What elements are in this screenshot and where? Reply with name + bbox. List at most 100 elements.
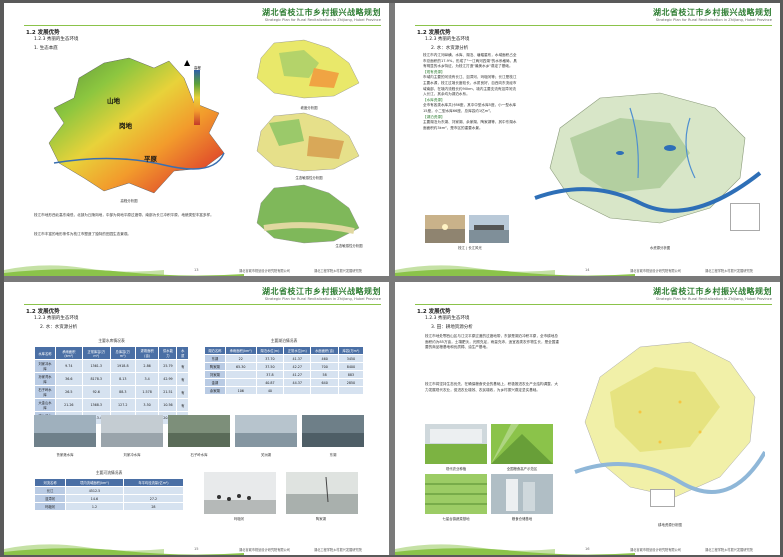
table-row: 东湖 22 37.70 41.37 460 3450 bbox=[204, 354, 365, 363]
paragraph-2: 枝江市丰富的地形条件为枝江市塑造了独特的田园生态景观。 bbox=[34, 232, 132, 236]
photo-modern-agriculture bbox=[425, 424, 487, 464]
caption-manao: 玛瑙河 bbox=[233, 517, 245, 521]
table-cell: 460 bbox=[310, 354, 339, 363]
table-cell: 44.37 bbox=[283, 378, 312, 387]
section-heading: 1.2 发展优势 bbox=[417, 30, 451, 36]
page-number: 13 bbox=[194, 268, 199, 272]
page-15: 湖北省枝江市乡村振兴战略规划 Strategic Plan for Rural … bbox=[4, 282, 389, 555]
footer-left: 湖北省城市规划设计研究院有限公司 bbox=[630, 548, 681, 552]
page-header: 湖北省枝江市乡村振兴战略规划 Strategic Plan for Rural … bbox=[653, 7, 772, 22]
table-cell: 41.37 bbox=[283, 354, 312, 363]
table-row: 余家湖 106 40 bbox=[204, 386, 365, 395]
table-cell: 1.2 bbox=[65, 502, 124, 511]
footer-right: 湖北工程学院乡村振兴发展研究院 bbox=[705, 269, 753, 273]
photo-vegetable-base bbox=[425, 474, 487, 514]
page-footer: 14 湖北省城市规划设计研究院有限公司 湖北工程学院乡村振兴发展研究院 bbox=[395, 256, 780, 276]
table-cell: 2850 bbox=[337, 378, 365, 387]
footer-right: 湖北工程学院乡村振兴发展研究院 bbox=[705, 548, 753, 552]
caption-elevation: 高程分析图 bbox=[120, 199, 138, 203]
page-number: 15 bbox=[194, 547, 199, 551]
subsection-heading: 1.2.3 秀丽的生态环境 bbox=[34, 316, 79, 321]
table-header-cell: 正常水位(m) bbox=[283, 346, 312, 355]
table-cell: 40 bbox=[255, 386, 285, 395]
table-header-cell: 承雨面积(km²) bbox=[54, 346, 83, 360]
subsection-heading: 1.2.3 秀丽的生态环境 bbox=[34, 37, 79, 42]
table-cell: 42.27 bbox=[283, 362, 312, 371]
header-subtitle: Strategic Plan for Rural Revitalization … bbox=[264, 297, 381, 301]
table-header-cell: 正常库容(万m³) bbox=[81, 346, 111, 360]
photo-manao-river bbox=[204, 472, 276, 514]
photo-grain-demo bbox=[491, 424, 553, 464]
table-cell: 大金山水库 bbox=[34, 398, 56, 412]
table-header-cell: 水面面积(亩) bbox=[310, 346, 339, 355]
header-title: 湖北省枝江市乡村振兴战略规划 bbox=[653, 287, 772, 296]
footer-decoration bbox=[4, 265, 244, 276]
table-cell: 14.6 bbox=[65, 494, 124, 503]
table-header-row: 水库名称 承雨面积(km²) 正常库容(万m³) 总库容(万m³) 灌溉面积(亩) 供水能… bbox=[34, 346, 189, 360]
table-cell: 883 bbox=[337, 370, 365, 379]
table-cell: 石子岭水库 bbox=[34, 385, 56, 399]
table-row: 长江 4512.5 bbox=[33, 486, 185, 495]
caption-water-map: 水资源分析图 bbox=[649, 246, 671, 250]
footer-left: 湖北省城市规划设计研究院有限公司 bbox=[239, 269, 290, 273]
table-cell: 28 bbox=[122, 502, 185, 511]
caption-slope: 坡度分析图 bbox=[300, 106, 318, 110]
photo-image bbox=[302, 415, 364, 447]
table-cell bbox=[310, 386, 339, 395]
page-header: 湖北省枝江市乡村振兴战略规划 Strategic Plan for Rural … bbox=[262, 286, 381, 301]
table-cell: 刘家湖 bbox=[204, 370, 226, 379]
caption-photo-1: 现代农业种植 bbox=[445, 467, 467, 471]
water-photo: 石子岭水库 bbox=[168, 415, 230, 457]
slope-map bbox=[256, 39, 360, 99]
topic-heading: 2. 水：水资源分析 bbox=[40, 325, 78, 330]
document-spread: 湖北省枝江市乡村振兴战略规划 Strategic Plan for Rural … bbox=[4, 3, 780, 555]
table-cell: 3.4 bbox=[134, 372, 160, 386]
label-plain: 平原 bbox=[144, 155, 157, 163]
table-header-row: 河流名称 境内流域面积(km²) 年平均径流量(亿m³) bbox=[33, 478, 185, 487]
table3-title: 主要河流情况表 bbox=[95, 470, 123, 475]
section-heading: 1.2 发展优势 bbox=[417, 309, 451, 315]
footer-right: 湖北工程学院乡村振兴发展研究院 bbox=[314, 548, 362, 552]
table-cell: 25.79 bbox=[158, 359, 178, 373]
elevation-legend: 高程 bbox=[194, 65, 216, 125]
table-cell: 92.6 bbox=[81, 385, 111, 399]
table-header-cell: 水库名称 bbox=[34, 346, 56, 360]
table-row: 刘家湖 37.8 41.27 58 883 bbox=[204, 370, 365, 379]
caption-photo: 枝江 | 长江风光 bbox=[458, 246, 482, 250]
page-footer: 13 湖北省城市规划设计研究院有限公司 湖北工程学院乡村振兴发展研究院 bbox=[4, 256, 389, 276]
table-cell: 陶家湖 bbox=[204, 362, 226, 371]
table-cell: 127.2 bbox=[109, 398, 136, 412]
photo-image bbox=[168, 415, 230, 447]
table-cell: 37.8 bbox=[255, 370, 285, 379]
caption-land: 生态敏感性分析图 bbox=[335, 244, 363, 248]
table-cell: 长江 bbox=[33, 486, 67, 495]
table-cell: 沮漳河 bbox=[33, 494, 67, 503]
eco-sensitivity-map bbox=[256, 112, 360, 172]
table-header-row: 湖泊名称 承雨面积(km²) 湖泊水位(m) 正常水位(m) 水面面积(亩) 库容(万m³… bbox=[204, 346, 365, 355]
paragraph-1: 枝江市地处鄂西山区与江汉平原过渡的过渡地带，东部是湖泊冲积平原，全市耕地总面积约… bbox=[425, 334, 559, 350]
header-title: 湖北省枝江市乡村振兴战略规划 bbox=[653, 8, 772, 17]
table-cell: 21.26 bbox=[54, 398, 83, 412]
page-14: 湖北省枝江市乡村振兴战略规划 Strategic Plan for Rural … bbox=[395, 3, 780, 276]
table-cell: 有 bbox=[176, 385, 189, 399]
photo-taojia-lake bbox=[286, 472, 358, 514]
caption-farmland-map: 耕地资源分析图 bbox=[658, 523, 682, 527]
photo-caption: 刘家冲水库 bbox=[123, 453, 141, 457]
table-row: 刘家冲水库 9.74 1361.3 1918.8 2.86 25.79 有 bbox=[34, 359, 189, 373]
header-divider bbox=[24, 25, 381, 26]
table-cell: 余家湖 bbox=[204, 386, 226, 395]
table-cell: 有 bbox=[176, 359, 189, 373]
caption-taojia: 陶家湖 bbox=[315, 517, 327, 521]
reservoir-table: 水库名称 承雨面积(km²) 正常库容(万m³) 总库容(万m³) 灌溉面积(亩) 供水能… bbox=[34, 346, 189, 425]
header-title: 湖北省枝江市乡村振兴战略规划 bbox=[262, 8, 381, 17]
label-mountain: 山地 bbox=[107, 97, 120, 105]
table-cell: 106 bbox=[224, 386, 257, 395]
water-photo: 刘家冲水库 bbox=[101, 415, 163, 457]
topic-heading: 3. 田：耕地资源分析 bbox=[431, 325, 473, 330]
table-cell: 刘家冲水库 bbox=[34, 359, 56, 373]
table-header-cell: 供水能力 bbox=[158, 346, 178, 360]
table-cell: 36.6 bbox=[54, 372, 83, 386]
table-cell: 22 bbox=[224, 354, 257, 363]
header-title: 湖北省枝江市乡村振兴战略规划 bbox=[262, 287, 381, 296]
table-cell: 88.3 bbox=[109, 385, 136, 399]
